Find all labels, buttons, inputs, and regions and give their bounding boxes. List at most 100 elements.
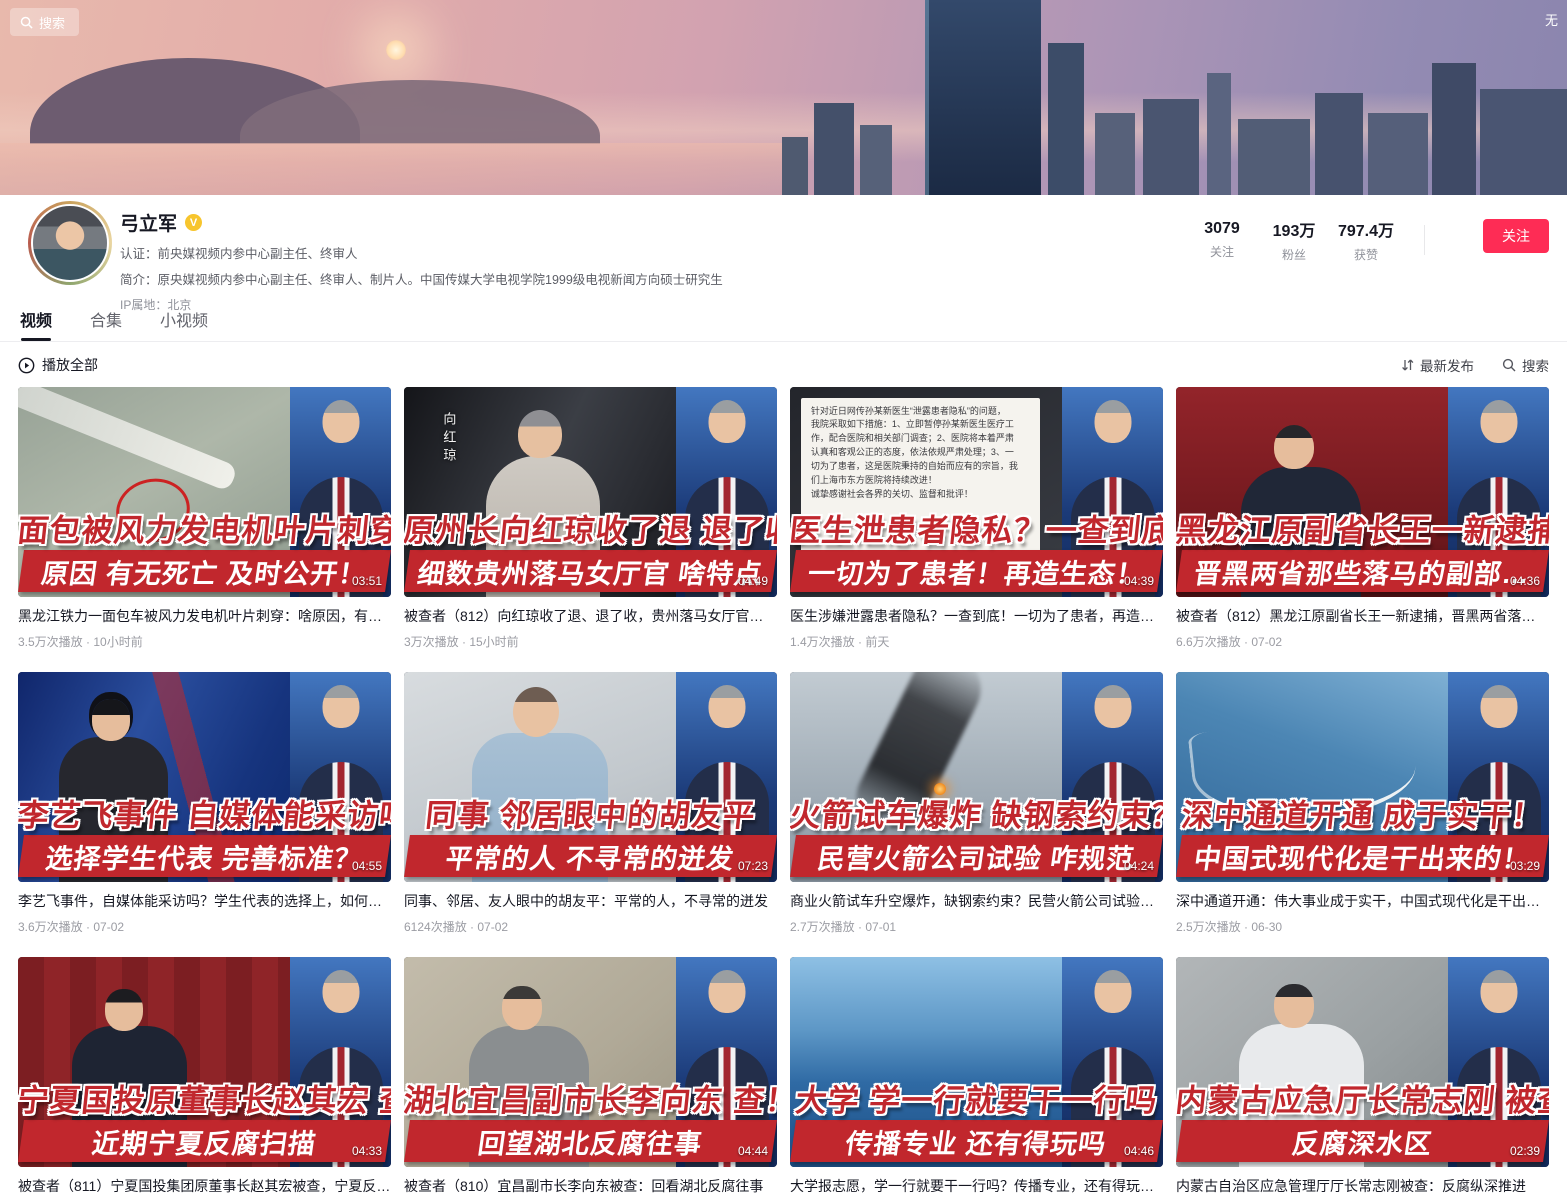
video-title[interactable]: 大学报志愿，学一行就要干一行吗？传播专业，还有得玩吗？ [790, 1176, 1163, 1196]
accessibility-link[interactable]: 无 [1545, 10, 1567, 29]
profile-banner: 搜索 无 [0, 0, 1567, 195]
video-thumbnail[interactable]: 火箭试车爆炸 缺钢索约束？ 民营火箭公司试验 咋规范 04:24 [790, 672, 1163, 882]
sort-icon [1401, 358, 1414, 372]
video-thumbnail[interactable]: 面包被风力发电机叶片刺穿 原因 有无死亡 及时公开！ 03:51 [18, 387, 391, 597]
overlay-headline: 深中通道开通 成于实干！ [1176, 790, 1549, 835]
overlay-headline: 李艺飞事件 自媒体能采访吗 [18, 790, 391, 835]
video-thumbnail[interactable]: 针对近日网传孙某新医生“泄露患者隐私”的问题， 我院采取如下措施：1、立即暂停孙… [790, 387, 1163, 597]
duration-badge: 07:23 [738, 859, 768, 873]
scene-shape [18, 387, 238, 492]
video-card[interactable]: 大学 学一行就要干一行吗 传播专业 还有得玩吗 04:46 大学报志愿，学一行就… [790, 957, 1163, 1198]
video-title[interactable]: 医生涉嫌泄露患者隐私？一查到底！一切为了患者，再造生态！ [790, 606, 1163, 626]
video-thumbnail[interactable]: 内蒙古应急厅长常志刚 被查 反腐深水区 02:39 [1176, 957, 1549, 1167]
scene-shape [518, 410, 562, 458]
search-icon [1502, 358, 1516, 372]
duration-badge: 04:36 [1510, 574, 1540, 588]
user-name: 弓立军 [120, 209, 177, 236]
video-card[interactable]: 火箭试车爆炸 缺钢索约束？ 民营火箭公司试验 咋规范 04:24 商业火箭试车升… [790, 672, 1163, 935]
video-card[interactable]: 李艺飞事件 自媒体能采访吗 选择学生代表 完善标准？ 04:55 李艺飞事件，自… [18, 672, 391, 935]
video-thumbnail[interactable]: 向红琼 原州长向红琼收了退 退了收 细数贵州落马女厅官 啥特点 04:49 [404, 387, 777, 597]
video-card[interactable]: 黑龙江原副省长王一新逮捕 晋黑两省那些落马的副部… 04:36 被查者（812）… [1176, 387, 1549, 650]
video-thumbnail[interactable]: 李艺飞事件 自媒体能采访吗 选择学生代表 完善标准？ 04:55 [18, 672, 391, 882]
overlay-headline: 宁夏国投原董事长赵其宏 查 [18, 1075, 391, 1120]
video-card[interactable]: 内蒙古应急厅长常志刚 被查 反腐深水区 02:39 内蒙古自治区应急管理厅厅长常… [1176, 957, 1549, 1198]
video-meta: 3.5万次播放 · 10小时前 [18, 633, 391, 650]
banner-building [1095, 113, 1135, 195]
tab-collections[interactable]: 合集 [88, 301, 124, 341]
scene-label: 向红琼 [439, 412, 458, 466]
video-title[interactable]: 被查者（811）宁夏国投集团原董事长赵其宏被查，宁夏反腐综述 [18, 1176, 391, 1196]
scene-shape [105, 989, 143, 1031]
scene-shape [1274, 984, 1314, 1028]
video-thumbnail[interactable]: 大学 学一行就要干一行吗 传播专业 还有得玩吗 04:46 [790, 957, 1163, 1167]
banner-building [1207, 73, 1231, 195]
duration-badge: 03:51 [352, 574, 382, 588]
video-title[interactable]: 商业火箭试车升空爆炸，缺钢索约束？民营火箭公司试验，咋规范？ [790, 891, 1163, 911]
video-title[interactable]: 被查者（812）向红琼收了退、退了收，贵州落马女厅官们，啥特点 [404, 606, 777, 626]
video-thumbnail[interactable]: 宁夏国投原董事长赵其宏 查 近期宁夏反腐扫描 04:33 [18, 957, 391, 1167]
video-thumbnail[interactable]: 黑龙江原副省长王一新逮捕 晋黑两省那些落马的副部… 04:36 [1176, 387, 1549, 597]
verified-badge-icon: V [185, 214, 202, 231]
global-search-input[interactable]: 搜索 [10, 8, 79, 36]
video-title[interactable]: 黑龙江铁力一面包车被风力发电机叶片刺穿：啥原因，有无死亡？ [18, 606, 391, 626]
overlay-headline: 黑龙江原副省长王一新逮捕 [1176, 505, 1549, 550]
banner-building [1480, 89, 1567, 195]
scene-shape [92, 699, 130, 741]
overlay-headline: 原州长向红琼收了退 退了收 [404, 505, 777, 550]
profile-stats: 3079 关注 193万 粉丝 797.4万 获赞 [1186, 217, 1447, 263]
overlay-headline: 湖北宜昌副市长李向东 查！ [404, 1075, 777, 1120]
video-card[interactable]: 针对近日网传孙某新医生“泄露患者隐私”的问题， 我院采取如下措施：1、立即暂停孙… [790, 387, 1163, 650]
video-title[interactable]: 被查者（812）黑龙江原副省长王一新逮捕，晋黑两省落马的副部... [1176, 606, 1549, 626]
overlay-subline: 近期宁夏反腐扫描 [18, 1120, 391, 1162]
video-card[interactable]: 深中通道开通 成于实干！ 中国式现代化是干出来的！ 03:29 深中通道开通：伟… [1176, 672, 1549, 935]
search-icon [20, 16, 33, 29]
follow-button[interactable]: 关注 [1483, 219, 1549, 253]
duration-badge: 04:33 [352, 1144, 382, 1158]
stat-followers[interactable]: 193万 粉丝 [1258, 217, 1330, 263]
duration-badge: 04:49 [738, 574, 768, 588]
list-toolbar: 播放全部 最新发布 搜索 [0, 342, 1567, 385]
video-meta: 3.6万次播放 · 07-02 [18, 918, 391, 935]
video-title[interactable]: 李艺飞事件，自媒体能采访吗？学生代表的选择上，如何完善标准？ [18, 891, 391, 911]
banner-building [782, 137, 808, 195]
overlay-subline: 平常的人 不寻常的迸发 [404, 835, 777, 877]
overlay-subline: 回望湖北反腐往事 [404, 1120, 777, 1162]
video-card[interactable]: 湖北宜昌副市长李向东 查！ 回望湖北反腐往事 04:44 被查者（810）宜昌副… [404, 957, 777, 1198]
sort-latest-button[interactable]: 最新发布 [1401, 355, 1474, 375]
banner-skyscraper [925, 0, 1041, 195]
play-circle-icon [18, 357, 35, 374]
tab-short-videos[interactable]: 小视频 [158, 301, 210, 341]
banner-water [0, 143, 800, 195]
video-title[interactable]: 同事、邻居、友人眼中的胡友平：平常的人，不寻常的迸发 [404, 891, 777, 911]
video-title[interactable]: 深中通道开通：伟大事业成于实干，中国式现代化是干出来的！ [1176, 891, 1549, 911]
scene-shape [513, 687, 559, 737]
video-grid: 面包被风力发电机叶片刺穿 原因 有无死亡 及时公开！ 03:51 黑龙江铁力一面… [0, 385, 1567, 1198]
video-meta: 2.5万次播放 · 06-30 [1176, 918, 1549, 935]
video-meta: 3万次播放 · 15小时前 [404, 633, 777, 650]
duration-badge: 02:39 [1510, 1144, 1540, 1158]
banner-building [1143, 99, 1199, 195]
video-meta: 1.4万次播放 · 前天 [790, 633, 1163, 650]
divider [1424, 225, 1425, 255]
video-search-button[interactable]: 搜索 [1502, 355, 1549, 375]
video-title[interactable]: 被查者（810）宜昌副市长李向东被查：回看湖北反腐往事 [404, 1176, 777, 1196]
video-card[interactable]: 向红琼 原州长向红琼收了退 退了收 细数贵州落马女厅官 啥特点 04:49 被查… [404, 387, 777, 650]
ip-location: IP属地：北京 [120, 296, 1567, 313]
tab-videos[interactable]: 视频 [18, 301, 54, 341]
play-all-button[interactable]: 播放全部 [18, 355, 98, 375]
video-thumbnail[interactable]: 同事 邻居眼中的胡友平 平常的人 不寻常的迸发 07:23 [404, 672, 777, 882]
video-card[interactable]: 面包被风力发电机叶片刺穿 原因 有无死亡 及时公开！ 03:51 黑龙江铁力一面… [18, 387, 391, 650]
video-card[interactable]: 同事 邻居眼中的胡友平 平常的人 不寻常的迸发 07:23 同事、邻居、友人眼中… [404, 672, 777, 935]
banner-building [1368, 113, 1428, 195]
video-thumbnail[interactable]: 湖北宜昌副市长李向东 查！ 回望湖北反腐往事 04:44 [404, 957, 777, 1167]
video-title[interactable]: 内蒙古自治区应急管理厅厅长常志刚被查：反腐纵深推进 [1176, 1176, 1549, 1196]
stat-following[interactable]: 3079 关注 [1186, 220, 1258, 260]
avatar[interactable] [28, 201, 112, 285]
duration-badge: 04:55 [352, 859, 382, 873]
video-meta: 6124次播放 · 07-02 [404, 918, 777, 935]
video-card[interactable]: 宁夏国投原董事长赵其宏 查 近期宁夏反腐扫描 04:33 被查者（811）宁夏国… [18, 957, 391, 1198]
video-thumbnail[interactable]: 深中通道开通 成于实干！ 中国式现代化是干出来的！ 03:29 [1176, 672, 1549, 882]
overlay-subline: 传播专业 还有得玩吗 [790, 1120, 1163, 1162]
overlay-headline: 同事 邻居眼中的胡友平 [404, 790, 777, 835]
stat-likes[interactable]: 797.4万 获赞 [1330, 217, 1402, 263]
